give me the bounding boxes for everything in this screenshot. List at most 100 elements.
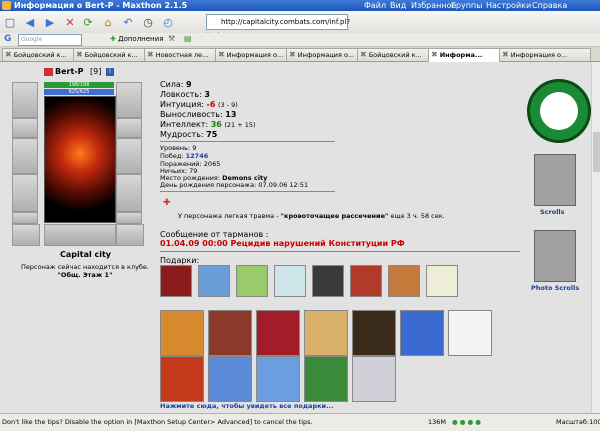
guild-emblem-icon[interactable] — [527, 79, 591, 143]
refresh-icon[interactable]: ⟳ — [80, 14, 96, 30]
addons-icon: ✚ — [110, 35, 119, 43]
gift-card-icon[interactable] — [256, 356, 300, 402]
menu-view[interactable]: Вид — [390, 1, 406, 10]
gift-card-icon[interactable] — [208, 356, 252, 402]
gift-shoes-icon[interactable] — [426, 265, 458, 297]
tab-close-icon[interactable]: ✖ — [429, 50, 440, 59]
ring-slots-icon[interactable] — [44, 224, 116, 246]
menu-favorites[interactable]: Избранное — [411, 1, 456, 10]
boots-right-slot-icon[interactable] — [116, 224, 144, 246]
address-bar[interactable]: http://capitalcity.combats.com/inf.pl?lo… — [206, 14, 350, 40]
photo-scrolls-banner-icon[interactable] — [534, 230, 576, 282]
back-icon[interactable]: ◀ — [22, 14, 38, 30]
stat-wisdom: Мудрость: 75 — [160, 130, 218, 139]
stat-intellect: Интеллект: 36 (21 + 15) — [160, 120, 256, 129]
info-level: Уровень: 9 — [160, 144, 197, 152]
tab-close-icon[interactable]: ✖ — [358, 50, 369, 59]
vertical-scrollbar[interactable] — [591, 62, 600, 413]
gift-accordion-icon[interactable] — [312, 265, 344, 297]
divider — [160, 191, 335, 192]
zoom-level[interactable]: Масштаб:100% — [556, 414, 600, 431]
home-icon[interactable]: ⌂ — [100, 14, 116, 30]
bracer-slot-icon[interactable] — [12, 118, 38, 138]
scrollbar-thumb[interactable] — [593, 132, 600, 172]
tab-bar: ✖ Бойцовский к... ✖ Бойцовский к... ✖ Новос… — [0, 47, 600, 62]
gift-card-icon[interactable] — [304, 356, 348, 402]
message-text: 01.04.09 00:00 Рецидив нарушений Констит… — [160, 239, 405, 248]
earring-slot-icon[interactable] — [116, 82, 142, 118]
forward-icon[interactable]: ▶ — [42, 14, 58, 30]
tab-7[interactable]: ✖ Информация о... — [499, 48, 591, 61]
tab-6-active[interactable]: ✖ Информа... — [428, 48, 500, 62]
gift-card-icon[interactable] — [448, 310, 492, 356]
menu-settings[interactable]: Настройки — [486, 1, 531, 10]
gift-card-icon[interactable] — [256, 310, 300, 356]
shield-slot-icon[interactable] — [116, 174, 142, 212]
gift-card-icon[interactable] — [352, 356, 396, 402]
clan-icon[interactable] — [44, 68, 53, 76]
history-icon[interactable]: ◷ — [140, 14, 156, 30]
divider — [160, 141, 335, 142]
all-gifts-link[interactable]: Нажмите сюда, чтобы увидеть все подарки.… — [160, 402, 333, 410]
tab-4[interactable]: ✖ Информация о... — [286, 48, 358, 61]
boots-left-slot-icon[interactable] — [12, 224, 40, 246]
tab-close-icon[interactable]: ✖ — [216, 50, 227, 59]
rss-icon[interactable]: ▤ — [184, 34, 192, 43]
gloves-slot-icon[interactable] — [116, 138, 142, 174]
belt-slot-icon[interactable] — [12, 212, 38, 224]
leggings-slot-icon[interactable] — [116, 212, 142, 224]
memory-usage: 136M — [428, 418, 447, 426]
search-toolbar: G ✚ Дополнения ⚒ ▤ — [0, 33, 600, 47]
info-icon[interactable]: i — [106, 68, 114, 76]
menu-file[interactable]: Файл — [364, 1, 386, 10]
gift-mushroom-icon[interactable] — [350, 265, 382, 297]
tab-2[interactable]: ✖ Новостная ле... — [144, 48, 216, 61]
tab-1[interactable]: ✖ Бойцовский к... — [73, 48, 145, 61]
gift-bottle-icon[interactable] — [236, 265, 268, 297]
status-tip: Don't like the tips? Disable the option … — [2, 418, 313, 426]
new-page-icon[interactable]: ▢ — [2, 14, 18, 30]
tab-close-icon[interactable]: ✖ — [145, 50, 156, 59]
tab-0[interactable]: ✖ Бойцовский к... — [2, 48, 74, 61]
amulet-slot-icon[interactable] — [116, 118, 142, 138]
status-icons[interactable]: ● ● ● ● — [452, 414, 481, 431]
gift-book-icon[interactable] — [160, 265, 192, 297]
gift-card-icon[interactable] — [160, 310, 204, 356]
tab-close-icon[interactable]: ✖ — [3, 50, 14, 59]
gift-card-icon[interactable] — [400, 310, 444, 356]
google-icon: G — [4, 34, 12, 44]
gift-horse-icon[interactable] — [388, 265, 420, 297]
menu-groups[interactable]: Группы — [451, 1, 482, 10]
info-wins: Побед: 12746 — [160, 152, 209, 160]
tab-close-icon[interactable]: ✖ — [74, 50, 85, 59]
tab-label: Информация о... — [297, 51, 355, 59]
tab-label: Информа... — [439, 51, 483, 59]
tab-close-icon[interactable]: ✖ — [287, 50, 298, 59]
floor-text: "Общ. Этаж 1" — [57, 271, 113, 279]
gift-card-icon[interactable] — [208, 310, 252, 356]
armor-slot-icon[interactable] — [12, 174, 38, 212]
stop-icon[interactable]: ✕ — [62, 14, 78, 30]
trauma-icon[interactable]: ✚ — [163, 198, 175, 212]
scrolls-link[interactable]: Scrolls — [540, 208, 565, 216]
helmet-slot-icon[interactable] — [12, 82, 38, 118]
search-input[interactable]: Google — [18, 34, 82, 46]
gift-card-icon[interactable] — [304, 310, 348, 356]
gift-crystal-icon[interactable] — [274, 265, 306, 297]
weapon-slot-icon[interactable] — [12, 138, 38, 174]
menu-help[interactable]: Справка — [532, 1, 567, 10]
undo-icon[interactable]: ↶ — [120, 14, 136, 30]
gift-bag-icon[interactable] — [198, 265, 230, 297]
gift-card-icon[interactable] — [352, 310, 396, 356]
plugin-icon[interactable]: ⚒ — [168, 34, 175, 43]
trauma-text: У персонажа легкая травма - "кровоточаще… — [178, 212, 445, 220]
tab-5[interactable]: ✖ Бойцовский к... — [357, 48, 429, 61]
clock-icon[interactable]: ◴ — [160, 14, 176, 30]
stat-strength: Сила: 9 — [160, 80, 192, 89]
addons-button[interactable]: ✚ Дополнения — [110, 34, 163, 45]
scrolls-banner-icon[interactable] — [534, 154, 576, 206]
tab-3[interactable]: ✖ Информация о... — [215, 48, 287, 61]
gift-card-icon[interactable] — [160, 356, 204, 402]
tab-close-icon[interactable]: ✖ — [500, 50, 511, 59]
photo-scrolls-link[interactable]: Photo Scrolls — [531, 284, 579, 292]
